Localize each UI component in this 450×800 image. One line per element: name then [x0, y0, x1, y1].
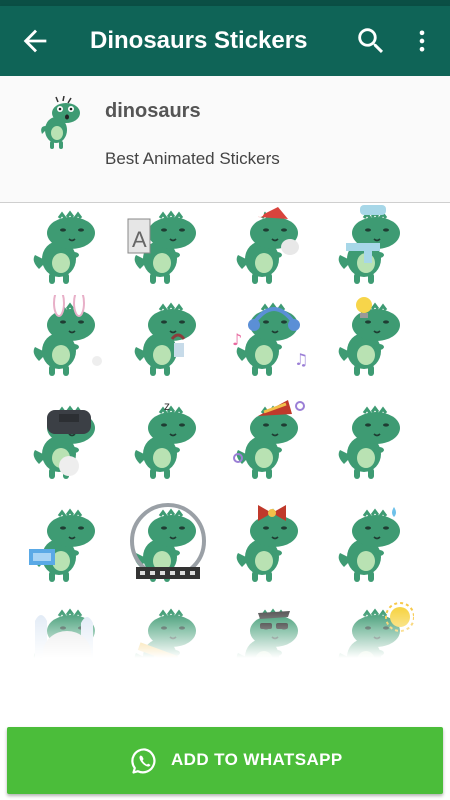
svg-text:♪: ♪ [232, 330, 242, 349]
more-vert-icon[interactable] [408, 24, 436, 58]
dino-laptop-sticker[interactable] [25, 501, 109, 585]
dino-bow-sticker[interactable] [228, 501, 312, 585]
dino-coffee-sticker[interactable] [126, 295, 210, 379]
dino-vr-headset-sticker[interactable] [25, 398, 109, 482]
grid-fade-overlay [0, 610, 450, 658]
dino-astronaut-sticker[interactable] [126, 501, 210, 585]
pack-header: dinosaurs Best Animated Stickers [0, 76, 450, 203]
dino-shocked-blink-sticker[interactable] [330, 398, 414, 482]
dino-party-hat-sticker[interactable] [228, 398, 312, 482]
svg-text:♫: ♫ [294, 350, 308, 369]
dino-blush-sticker[interactable] [330, 501, 414, 585]
sticker-grid: A ♪ ♫ z [0, 203, 450, 658]
dino-scarf-sticker[interactable] [330, 203, 414, 287]
add-to-whatsapp-button[interactable]: ADD TO WHATSAPP [7, 727, 443, 794]
dino-sleepy-sticker[interactable]: z [126, 398, 210, 482]
add-to-whatsapp-label: ADD TO WHATSAPP [171, 750, 343, 769]
dinosaur-tray-icon [41, 96, 80, 149]
dino-shocked-sticker[interactable] [25, 203, 109, 287]
whatsapp-icon [131, 748, 156, 774]
app-bar: Dinosaurs Stickers [0, 6, 450, 76]
svg-text:A: A [132, 227, 147, 252]
pack-publisher: Best Animated Stickers [105, 149, 280, 168]
dino-idea-sticker[interactable] [330, 295, 414, 379]
search-icon[interactable] [354, 24, 388, 58]
arrow-back-icon[interactable] [18, 24, 52, 58]
dino-sign-a-sticker[interactable]: A [126, 203, 210, 287]
svg-text:z: z [164, 399, 170, 413]
dino-santa-sticker[interactable] [228, 203, 312, 287]
pack-name: dinosaurs [105, 100, 201, 122]
dino-bunny-ears-sticker[interactable] [25, 295, 109, 379]
page-title: Dinosaurs Stickers [90, 27, 308, 54]
dino-headphones-sticker[interactable]: ♪♫ [228, 295, 312, 379]
